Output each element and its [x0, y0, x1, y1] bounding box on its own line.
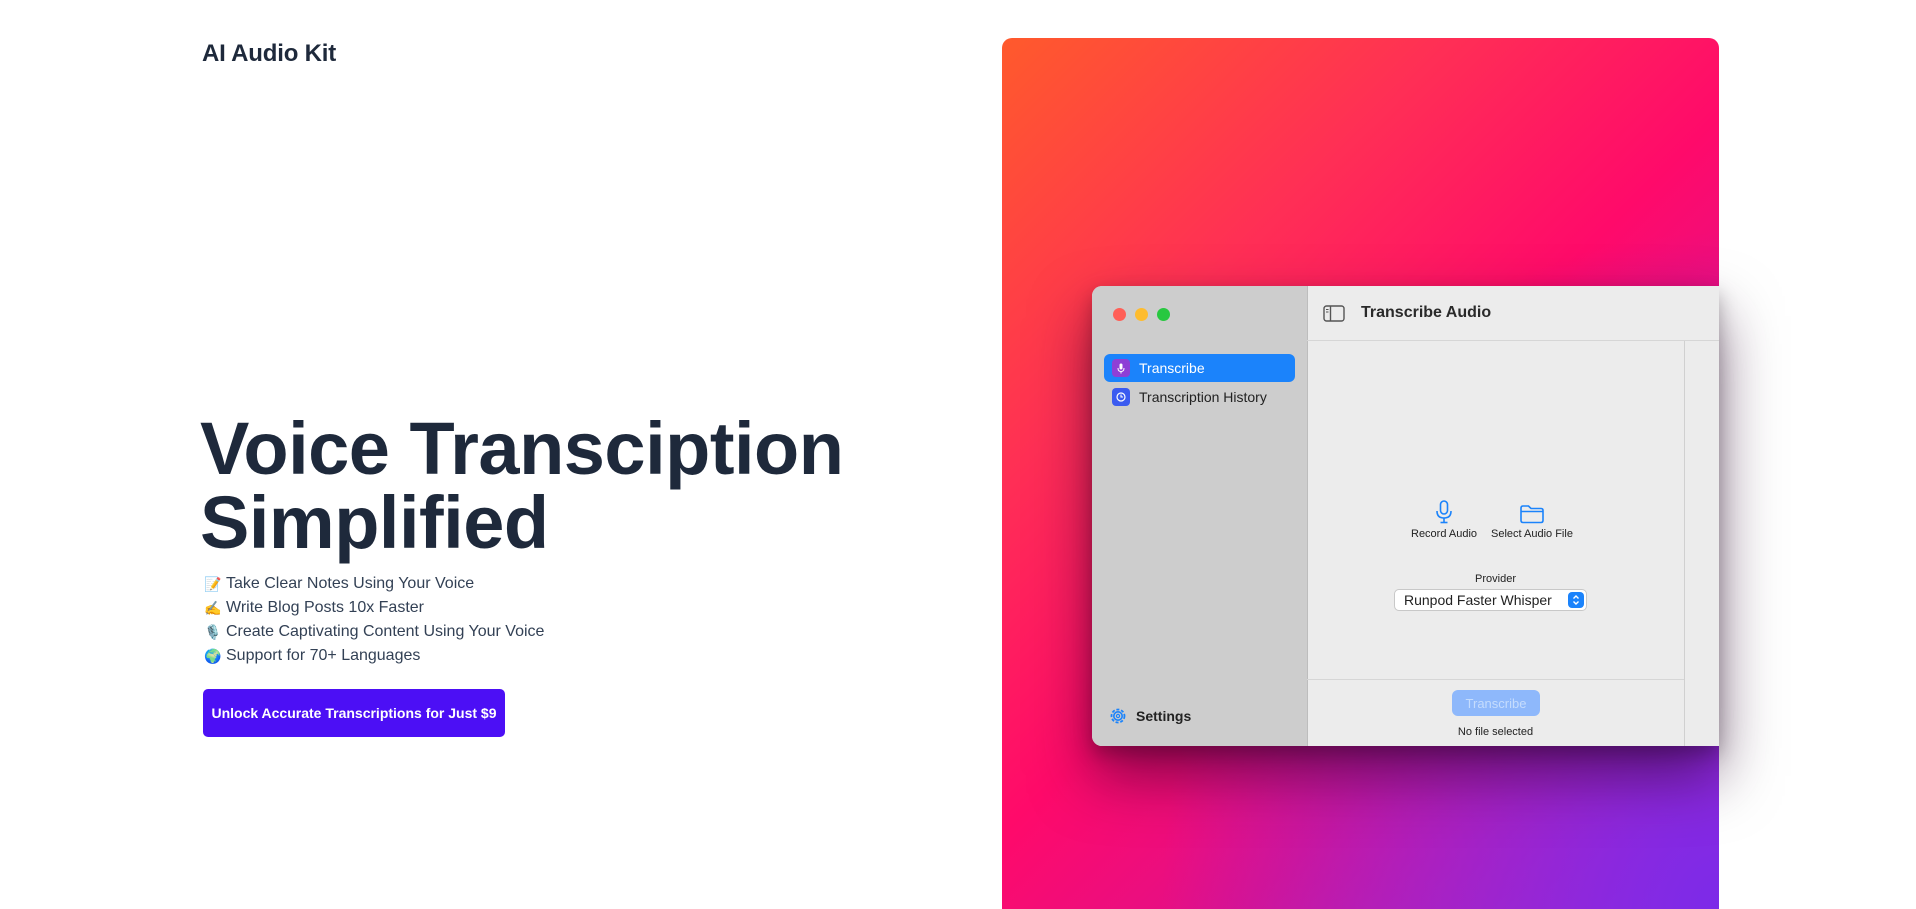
file-status-text: No file selected — [1457, 726, 1534, 738]
settings-label: Settings — [1136, 708, 1192, 724]
record-audio-label: Record Audio — [1411, 528, 1478, 540]
writing-hand-icon: ✍️ — [204, 600, 222, 616]
memo-icon: 📝 — [204, 576, 222, 592]
bottom-toolbar: Transcribe No file selected — [1307, 679, 1684, 746]
sidebar-item-transcription-history[interactable]: Transcription History — [1104, 383, 1295, 411]
transcribe-button[interactable]: Transcribe — [1452, 690, 1540, 716]
hero-title-line-2: Simplified — [200, 481, 549, 564]
feature-item: 📝 Take Clear Notes Using Your Voice — [204, 572, 544, 596]
feature-text: Support for 70+ Languages — [226, 647, 421, 664]
sidebar-item-label: Transcribe — [1139, 360, 1205, 376]
globe-icon: 🌍 — [204, 648, 222, 664]
feature-item: ✍️ Write Blog Posts 10x Faster — [204, 596, 544, 620]
provider-selected-value: Runpod Faster Whisper — [1404, 592, 1552, 608]
feature-list: 📝 Take Clear Notes Using Your Voice ✍️ W… — [204, 572, 544, 668]
microphone-icon: 🎙️ — [204, 624, 222, 640]
close-window-icon[interactable] — [1113, 308, 1126, 321]
input-actions: Record Audio Select Audio File — [1307, 494, 1684, 544]
inspector-panel — [1685, 341, 1719, 746]
provider-label: Provider — [1475, 573, 1516, 585]
select-audio-file-label: Select Audio File — [1491, 528, 1573, 540]
sidebar-item-label: Transcription History — [1139, 389, 1267, 405]
folder-icon — [1519, 494, 1545, 524]
record-audio-button[interactable]: Record Audio — [1411, 494, 1477, 540]
feature-text: Write Blog Posts 10x Faster — [226, 599, 424, 616]
settings-button[interactable]: Settings — [1108, 706, 1191, 726]
app-main-area: Transcribe Audio Record Audio Select Aud… — [1307, 286, 1719, 746]
unlock-cta-button[interactable]: Unlock Accurate Transcriptions for Just … — [203, 689, 505, 737]
select-audio-file-button[interactable]: Select Audio File — [1491, 494, 1573, 540]
app-window-screenshot: Transcribe Transcription History Setting… — [1092, 286, 1719, 746]
feature-item: 🎙️ Create Captivating Content Using Your… — [204, 620, 544, 644]
sidebar-item-transcribe[interactable]: Transcribe — [1104, 354, 1295, 382]
feature-text: Take Clear Notes Using Your Voice — [226, 575, 475, 592]
clock-icon — [1112, 388, 1130, 406]
mic-icon — [1112, 359, 1130, 377]
app-sidebar: Transcribe Transcription History Setting… — [1092, 286, 1308, 746]
window-title: Transcribe Audio — [1361, 304, 1492, 321]
gear-icon — [1108, 706, 1128, 726]
feature-item: 🌍 Support for 70+ Languages — [204, 644, 544, 668]
zoom-window-icon[interactable] — [1157, 308, 1170, 321]
brand-logo-text[interactable]: AI Audio Kit — [202, 40, 336, 68]
feature-text: Create Captivating Content Using Your Vo… — [226, 623, 545, 640]
transcribe-panel: Record Audio Select Audio File Provider … — [1307, 341, 1684, 681]
chevron-up-down-icon — [1568, 592, 1584, 608]
window-titlebar: Transcribe Audio — [1307, 286, 1719, 341]
provider-select[interactable]: Runpod Faster Whisper — [1394, 589, 1587, 611]
minimize-window-icon[interactable] — [1135, 308, 1148, 321]
hero-title-line-1: Voice Transciption — [200, 407, 844, 490]
hero-title: Voice Transciption Simplified — [200, 412, 844, 560]
sidebar-toggle-icon[interactable] — [1323, 304, 1345, 322]
microphone-icon — [1435, 494, 1453, 524]
